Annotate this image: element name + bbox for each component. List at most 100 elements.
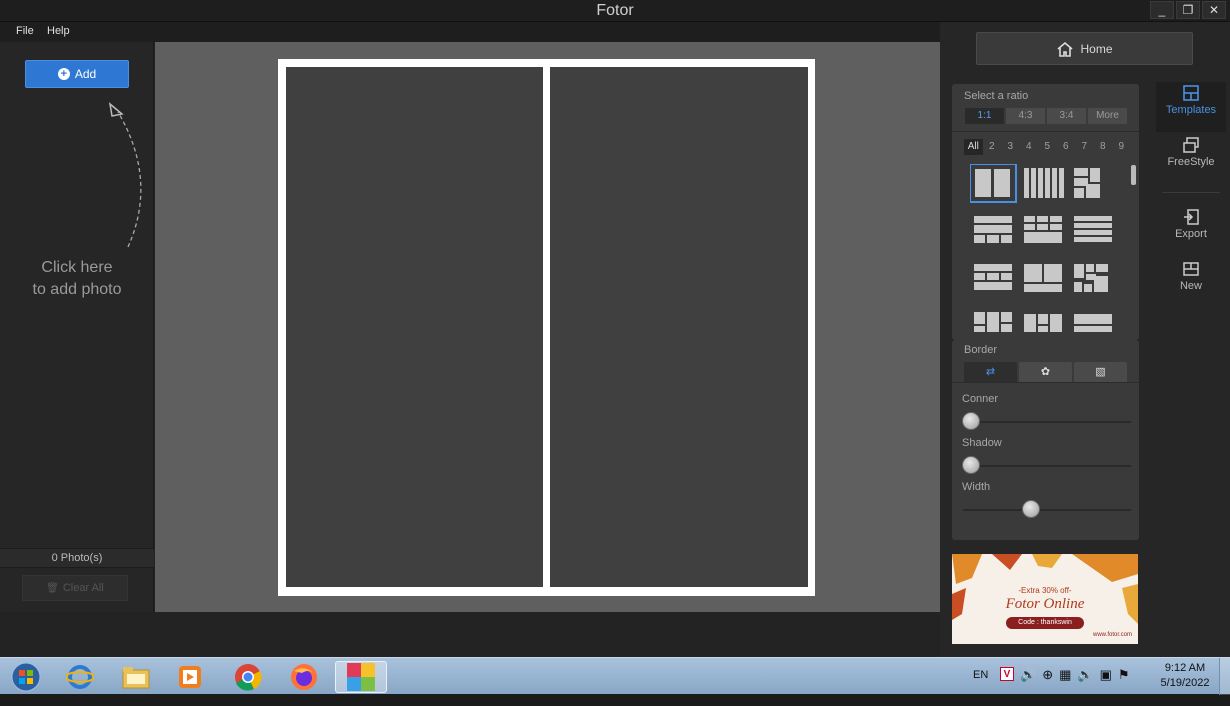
new-label: New — [1179, 280, 1202, 292]
slider-label-shadow: Shadow — [962, 437, 1002, 449]
new-collage-icon — [1183, 262, 1199, 276]
chrome-icon — [235, 664, 262, 691]
taskbar-fotor[interactable] — [335, 661, 387, 693]
taskbar-explorer[interactable] — [110, 661, 162, 693]
sidebar-item-freestyle[interactable]: FreeStyle — [1156, 134, 1226, 182]
window-title: Fotor — [596, 2, 634, 19]
hint-line-2: to add photo — [32, 281, 122, 298]
taskbar: EN V 🔊 ⊕ ▦ 🔉 ▣ ⚑ 9:12 AM 5/19/2022 — [0, 657, 1230, 695]
windows-start-icon — [11, 662, 41, 692]
freestyle-label: FreeStyle — [1167, 156, 1215, 168]
media-player-icon — [179, 666, 201, 688]
taskbar-chrome[interactable] — [222, 661, 274, 693]
minimize-button[interactable]: _ — [1150, 1, 1174, 19]
home-button[interactable]: Home — [976, 32, 1193, 65]
export-label: Export — [1175, 228, 1207, 240]
menu-help[interactable]: Help — [47, 25, 70, 37]
promo-banner[interactable]: -Extra 30% off- Fotor Online Code : than… — [952, 554, 1138, 644]
internet-explorer-icon — [66, 665, 94, 689]
filter-3[interactable]: 3 — [1001, 139, 1020, 155]
system-tray: V 🔊 ⊕ ▦ 🔉 ▣ ⚑ — [1000, 667, 1130, 704]
palette-icon: ✿ — [1040, 366, 1051, 378]
network-icon[interactable]: ⊕ — [1042, 667, 1053, 704]
window-controls: _ ❐ ✕ — [1150, 1, 1226, 19]
plus-circle-icon: + — [57, 68, 70, 80]
shadow-slider-knob[interactable] — [962, 456, 980, 474]
tab-adjust[interactable]: ⇄ — [964, 362, 1017, 382]
template-grid — [970, 164, 1112, 332]
sliders-icon: ⇄ — [985, 366, 996, 378]
taskbar-firefox[interactable] — [278, 661, 330, 693]
language-indicator[interactable]: EN — [973, 669, 988, 706]
divider — [952, 131, 1139, 132]
add-photo-button[interactable]: + Add — [25, 60, 129, 88]
border-tabs: ⇄ ✿ ▧ — [964, 362, 1127, 382]
templates-icon — [1183, 85, 1199, 101]
filter-4[interactable]: 4 — [1020, 139, 1039, 155]
volume-icon[interactable]: 🔊 — [1020, 667, 1036, 704]
clear-all-label: Clear All — [62, 582, 104, 594]
restore-button[interactable]: ❐ — [1176, 1, 1200, 19]
conner-slider-track[interactable] — [963, 421, 1131, 423]
templates-label: Templates — [1165, 104, 1217, 116]
show-desktop-button[interactable] — [1219, 658, 1230, 695]
home-icon — [1057, 41, 1074, 57]
border-title: Border — [964, 344, 998, 356]
start-button[interactable] — [0, 661, 52, 693]
width-slider-track[interactable] — [963, 509, 1131, 511]
home-label: Home — [1080, 41, 1113, 56]
ratio-1-1[interactable]: 1:1 — [964, 107, 1005, 125]
clock-date: 5/19/2022 — [1160, 677, 1210, 689]
bottom-bar — [0, 612, 940, 657]
photo-count: 0 Photo(s) — [0, 548, 154, 568]
action-center-icon[interactable]: ⚑ — [1118, 667, 1130, 704]
filter-6[interactable]: 6 — [1057, 139, 1076, 155]
clock-time: 9:12 AM — [1164, 662, 1206, 674]
tab-texture[interactable]: ▧ — [1074, 362, 1127, 382]
add-photo-hint[interactable]: Click here to add photo — [0, 257, 154, 301]
title-bar: Fotor _ ❐ ✕ — [0, 0, 1230, 22]
export-icon — [1184, 209, 1199, 225]
fotor-window: Fotor _ ❐ ✕ File Help + Add Click here t… — [0, 0, 1230, 657]
close-button[interactable]: ✕ — [1202, 1, 1226, 19]
ratio-3-4[interactable]: 3:4 — [1046, 107, 1087, 125]
filter-2[interactable]: 2 — [983, 139, 1002, 155]
hint-line-1: Click here — [41, 259, 113, 276]
clear-all-button[interactable]: 🗑 Clear All — [22, 575, 128, 601]
photo-panel: + Add Click here to add photo 0 Photo(s)… — [0, 42, 154, 612]
divider — [1162, 192, 1220, 193]
display-icon[interactable]: ▣ — [1100, 667, 1112, 704]
ratio-more[interactable]: More — [1087, 107, 1128, 125]
filter-all[interactable]: All — [964, 139, 983, 155]
ad-line-3: Code : thankswin — [1006, 617, 1084, 629]
folder-icon — [122, 667, 150, 689]
menu-file[interactable]: File — [16, 25, 34, 37]
taskbar-media-player[interactable] — [164, 661, 216, 693]
collage-cell-1[interactable] — [286, 67, 543, 587]
firefox-icon — [291, 664, 317, 690]
filter-8[interactable]: 8 — [1094, 139, 1113, 155]
tab-color[interactable]: ✿ — [1019, 362, 1072, 382]
filter-9[interactable]: 9 — [1112, 139, 1131, 155]
sidebar-item-templates[interactable]: Templates — [1156, 82, 1226, 132]
ratio-4-3[interactable]: 4:3 — [1005, 107, 1046, 125]
clock[interactable]: 9:12 AM 5/19/2022 — [1155, 661, 1215, 698]
shadow-slider-track[interactable] — [963, 465, 1131, 467]
tray-update-icon[interactable]: ▦ — [1059, 667, 1071, 704]
tray-app-icon[interactable]: V — [1000, 667, 1014, 681]
ad-line-4: www.fotor.com — [1092, 632, 1132, 638]
ratio-selector: 1:1 4:3 3:4 More — [964, 107, 1128, 125]
sidebar-item-new[interactable]: New — [1156, 258, 1226, 306]
ad-line-2: Fotor Online — [1005, 596, 1085, 612]
collage-cell-2[interactable] — [550, 67, 808, 587]
conner-slider-knob[interactable] — [962, 412, 980, 430]
taskbar-ie[interactable] — [54, 661, 106, 693]
sidebar-item-export[interactable]: Export — [1156, 206, 1226, 254]
width-slider-knob[interactable] — [1022, 500, 1040, 518]
slider-label-conner: Conner — [962, 393, 999, 405]
filter-7[interactable]: 7 — [1075, 139, 1094, 155]
template-scrollbar[interactable] — [1131, 165, 1136, 185]
speaker-icon[interactable]: 🔉 — [1077, 667, 1093, 704]
filter-5[interactable]: 5 — [1038, 139, 1057, 155]
collage-frame — [278, 59, 815, 596]
